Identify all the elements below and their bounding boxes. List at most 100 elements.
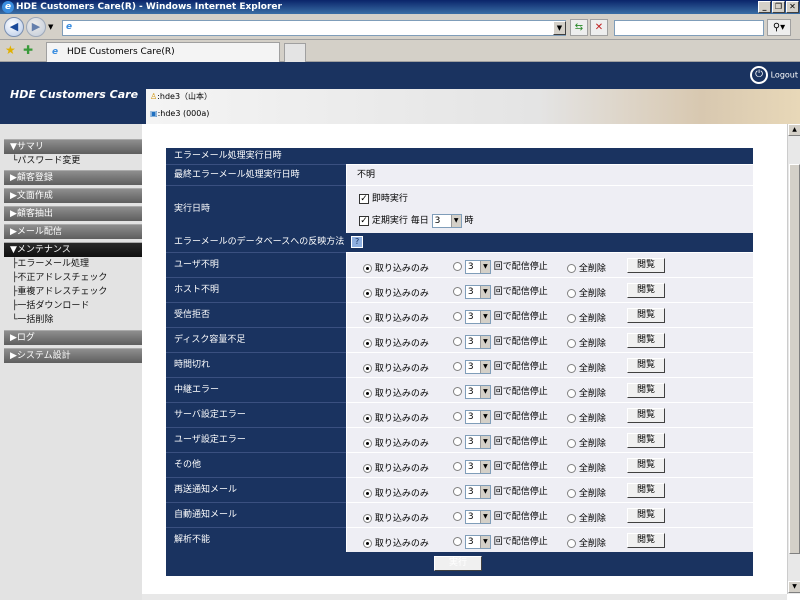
- import-only-radio[interactable]: [363, 439, 372, 448]
- view-button[interactable]: 閲覧: [627, 258, 665, 273]
- history-dropdown-icon[interactable]: ▼: [48, 23, 53, 31]
- count-select[interactable]: 3 ▼: [464, 259, 491, 274]
- view-button[interactable]: 閲覧: [627, 308, 665, 323]
- horizontal-scrollbar[interactable]: [142, 594, 787, 600]
- search-input[interactable]: [614, 20, 764, 36]
- import-only-radio[interactable]: [363, 514, 372, 523]
- count-select[interactable]: 3 ▼: [464, 484, 491, 499]
- import-only-radio[interactable]: [363, 264, 372, 273]
- execute-button[interactable]: 実行: [434, 556, 482, 571]
- count-select[interactable]: 3 ▼: [464, 384, 491, 399]
- import-only-radio[interactable]: [363, 364, 372, 373]
- stop-after-radio[interactable]: [453, 412, 462, 421]
- scroll-down-icon[interactable]: ▼: [788, 581, 800, 593]
- sidebar-section-compose[interactable]: ▶文面作成: [4, 188, 142, 203]
- stop-after-radio[interactable]: [453, 362, 462, 371]
- close-button[interactable]: ✕: [786, 1, 799, 13]
- stop-after-radio[interactable]: [453, 537, 462, 546]
- count-select[interactable]: 3 ▼: [464, 534, 491, 549]
- count-select[interactable]: 3 ▼: [464, 284, 491, 299]
- scroll-thumb[interactable]: [789, 164, 800, 554]
- scroll-up-icon[interactable]: ▲: [788, 124, 800, 136]
- scheduled-checkbox[interactable]: ✓: [359, 215, 369, 226]
- refresh-icon[interactable]: ⇆: [570, 19, 588, 36]
- maximize-button[interactable]: ❐: [772, 1, 785, 13]
- import-only-radio[interactable]: [363, 489, 372, 498]
- vertical-scrollbar[interactable]: ▲ ▼: [787, 124, 800, 594]
- stop-after-radio[interactable]: [453, 262, 462, 271]
- count-select[interactable]: 3 ▼: [464, 434, 491, 449]
- stop-after-radio[interactable]: [453, 337, 462, 346]
- sidebar-section-extract[interactable]: ▶顧客抽出: [4, 206, 142, 221]
- sidebar-item-duplicate-address[interactable]: ├重複アドレスチェック: [12, 286, 107, 298]
- hour-select[interactable]: 3 ▼: [431, 213, 462, 228]
- view-button[interactable]: 閲覧: [627, 283, 665, 298]
- view-button[interactable]: 閲覧: [627, 333, 665, 348]
- view-button[interactable]: 閲覧: [627, 508, 665, 523]
- sidebar-section-maintenance[interactable]: ▼メンテナンス: [4, 242, 142, 257]
- back-icon[interactable]: ◀: [4, 17, 24, 37]
- delete-all-radio[interactable]: [567, 364, 576, 373]
- sidebar-section-customer-register[interactable]: ▶顧客登録: [4, 170, 142, 185]
- stop-after-radio[interactable]: [453, 512, 462, 521]
- immediate-checkbox[interactable]: ✓: [359, 193, 369, 204]
- count-select[interactable]: 3 ▼: [464, 334, 491, 349]
- import-only-radio[interactable]: [363, 539, 372, 548]
- help-icon[interactable]: ?: [351, 235, 364, 248]
- import-only-radio[interactable]: [363, 314, 372, 323]
- delete-all-radio[interactable]: [567, 314, 576, 323]
- address-dropdown-icon[interactable]: ▼: [553, 21, 566, 35]
- import-only-radio[interactable]: [363, 464, 372, 473]
- stop-icon[interactable]: ✕: [590, 19, 608, 36]
- delete-all-radio[interactable]: [567, 439, 576, 448]
- minimize-button[interactable]: _: [758, 1, 771, 13]
- count-select[interactable]: 3 ▼: [464, 409, 491, 424]
- count-select[interactable]: 3 ▼: [464, 309, 491, 324]
- sidebar-section-mail-delivery[interactable]: ▶メール配信: [4, 224, 142, 239]
- address-input[interactable]: e: [62, 20, 566, 36]
- view-button[interactable]: 閲覧: [627, 533, 665, 548]
- stop-after-radio[interactable]: [453, 437, 462, 446]
- logout-link[interactable]: ⏻ Logout: [742, 66, 798, 84]
- count-select[interactable]: 3 ▼: [464, 359, 491, 374]
- import-only-radio[interactable]: [363, 389, 372, 398]
- search-icon[interactable]: ⚲▾: [767, 19, 791, 36]
- delete-all-radio[interactable]: [567, 389, 576, 398]
- stop-after-radio[interactable]: [453, 287, 462, 296]
- delete-all-radio[interactable]: [567, 264, 576, 273]
- import-only-radio[interactable]: [363, 289, 372, 298]
- sidebar-item-invalid-address[interactable]: ├不正アドレスチェック: [12, 272, 107, 284]
- delete-all-radio[interactable]: [567, 464, 576, 473]
- new-tab-button[interactable]: [284, 43, 306, 62]
- delete-all-radio[interactable]: [567, 414, 576, 423]
- count-select[interactable]: 3 ▼: [464, 509, 491, 524]
- count-select[interactable]: 3 ▼: [464, 459, 491, 474]
- delete-all-radio[interactable]: [567, 539, 576, 548]
- delete-all-radio[interactable]: [567, 339, 576, 348]
- sidebar-item-password[interactable]: └パスワード変更: [12, 155, 80, 167]
- forward-icon[interactable]: ▶: [26, 17, 46, 37]
- delete-all-radio[interactable]: [567, 289, 576, 298]
- view-button[interactable]: 閲覧: [627, 383, 665, 398]
- import-only-radio[interactable]: [363, 414, 372, 423]
- sidebar-item-bulk-download[interactable]: ├一括ダウンロード: [12, 300, 89, 312]
- sidebar-section-log[interactable]: ▶ログ: [4, 330, 142, 345]
- view-button[interactable]: 閲覧: [627, 358, 665, 373]
- import-only-radio[interactable]: [363, 339, 372, 348]
- favorites-star-icon[interactable]: ★: [5, 43, 16, 57]
- sidebar-section-summary[interactable]: ▼サマリ: [4, 139, 142, 154]
- add-favorite-icon[interactable]: ✚: [23, 43, 33, 57]
- stop-after-radio[interactable]: [453, 487, 462, 496]
- sidebar-item-bulk-delete[interactable]: └一括削除: [12, 314, 53, 326]
- delete-all-radio[interactable]: [567, 514, 576, 523]
- sidebar-section-system[interactable]: ▶システム設計: [4, 348, 142, 363]
- stop-after-radio[interactable]: [453, 387, 462, 396]
- tab-hde[interactable]: e HDE Customers Care(R): [46, 42, 280, 62]
- view-button[interactable]: 閲覧: [627, 433, 665, 448]
- stop-after-radio[interactable]: [453, 312, 462, 321]
- sidebar-item-error-mail[interactable]: ├エラーメール処理: [12, 258, 89, 270]
- stop-after-radio[interactable]: [453, 462, 462, 471]
- view-button[interactable]: 閲覧: [627, 483, 665, 498]
- view-button[interactable]: 閲覧: [627, 408, 665, 423]
- delete-all-radio[interactable]: [567, 489, 576, 498]
